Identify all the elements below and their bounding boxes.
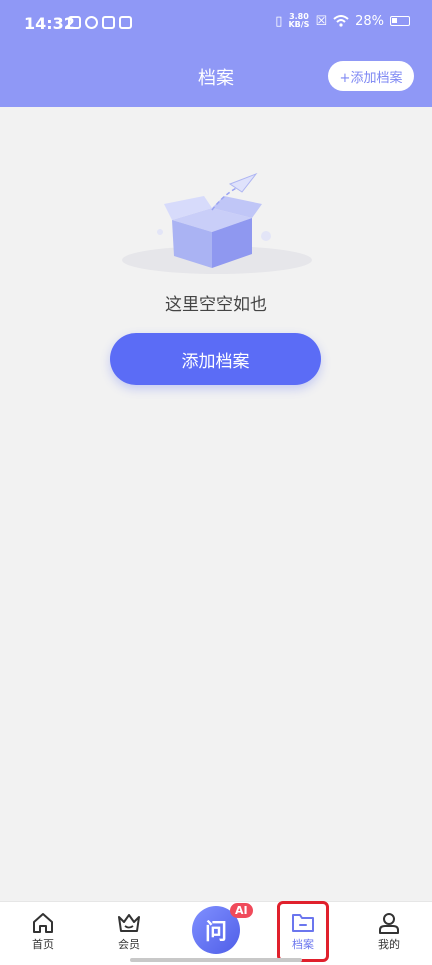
notification-icons — [68, 16, 132, 29]
empty-box-illustration — [122, 172, 312, 274]
vibrate-icon: ▯ — [275, 13, 283, 29]
crown-icon — [118, 914, 140, 932]
add-archive-header-button[interactable]: +添加档案 — [328, 61, 414, 91]
ai-badge: AI — [230, 903, 253, 918]
tab-home-label: 首页 — [32, 938, 54, 951]
home-icon — [33, 913, 53, 933]
battery-percent: 28% — [355, 13, 384, 29]
tab-home[interactable]: 首页 — [13, 912, 73, 952]
notification-icon — [102, 16, 115, 29]
net-speed: 3.80 KB/S — [288, 12, 310, 29]
sim-icon: ☒ — [315, 13, 328, 29]
ai-ask-icon: 问 — [204, 920, 227, 945]
battery-icon — [390, 16, 410, 26]
notification-icon — [85, 16, 98, 29]
user-icon — [379, 913, 399, 934]
wifi-icon — [333, 15, 349, 27]
status-bar: 14:32 ▯ 3.80 KB/S ☒ 28% — [0, 0, 432, 50]
home-indicator — [130, 958, 302, 962]
tab-mine-label: 我的 — [378, 938, 400, 951]
status-right: ▯ 3.80 KB/S ☒ 28% — [275, 13, 410, 29]
app-header: 14:32 ▯ 3.80 KB/S ☒ 28% 档案 +添加档案 — [0, 0, 432, 107]
tab-member[interactable]: 会员 — [99, 912, 159, 952]
empty-message: 这里空空如也 — [165, 295, 267, 315]
notification-icon — [119, 16, 132, 29]
notification-icon — [68, 16, 81, 29]
tab-member-label: 会员 — [118, 938, 140, 951]
add-archive-button[interactable]: 添加档案 — [110, 333, 321, 385]
tab-mine[interactable]: 我的 — [359, 912, 419, 952]
selection-highlight — [277, 901, 329, 962]
